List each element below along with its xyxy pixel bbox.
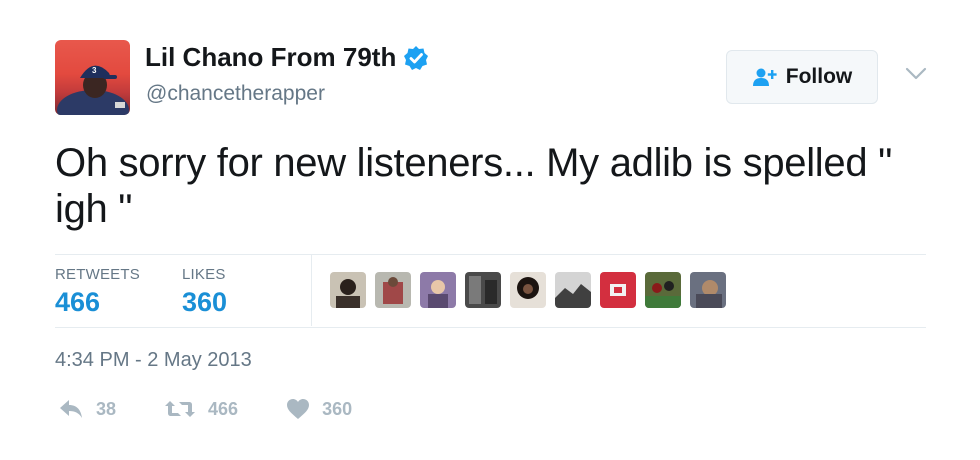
tweet-timestamp[interactable]: 4:34 PM - 2 May 2013 [55, 349, 252, 372]
liker-avatar[interactable] [690, 272, 726, 308]
verified-badge-icon [403, 45, 429, 71]
retweet-count: 466 [208, 398, 239, 419]
liker-avatar[interactable] [375, 272, 411, 308]
likes-count[interactable]: 360 [182, 287, 227, 318]
user-handle[interactable]: @chancetherapper [146, 82, 325, 106]
divider [55, 327, 926, 328]
retweets-label: RETWEETS [55, 266, 140, 283]
liker-avatar[interactable] [555, 272, 591, 308]
display-name-text[interactable]: Lil Chano From 79th [145, 42, 396, 73]
divider [55, 254, 926, 255]
liked-by-avatars [330, 272, 735, 308]
chevron-down-icon[interactable] [905, 67, 927, 81]
like-button[interactable]: 360 [286, 398, 352, 420]
follow-button-label: Follow [785, 65, 853, 88]
retweet-button[interactable]: 466 [164, 398, 238, 420]
reply-count: 38 [96, 398, 117, 419]
reply-icon [58, 398, 84, 420]
tweet-text: Oh sorry for new listeners... My adlib i… [55, 141, 892, 231]
reply-button[interactable]: 38 [58, 398, 116, 420]
liker-avatar[interactable] [465, 272, 501, 308]
display-name[interactable]: Lil Chano From 79th [145, 42, 429, 73]
liker-avatar[interactable] [645, 272, 681, 308]
heart-icon [286, 398, 310, 420]
liker-avatar[interactable] [330, 272, 366, 308]
follow-button[interactable]: Follow [726, 50, 878, 104]
retweet-icon [164, 398, 196, 420]
likes-stat[interactable]: LIKES 360 [182, 266, 227, 318]
liker-avatar[interactable] [510, 272, 546, 308]
likes-label: LIKES [182, 266, 226, 283]
retweets-count[interactable]: 466 [55, 287, 140, 318]
profile-avatar[interactable]: 3 [55, 40, 130, 115]
liker-avatar[interactable] [420, 272, 456, 308]
like-count: 360 [322, 398, 353, 419]
stats-divider [311, 255, 312, 326]
svg-text:3: 3 [92, 66, 97, 75]
retweets-stat[interactable]: RETWEETS 466 [55, 266, 140, 318]
liker-avatar[interactable] [600, 272, 636, 308]
add-user-icon [752, 67, 778, 87]
tweet-actions: 38 466 360 [58, 398, 400, 420]
